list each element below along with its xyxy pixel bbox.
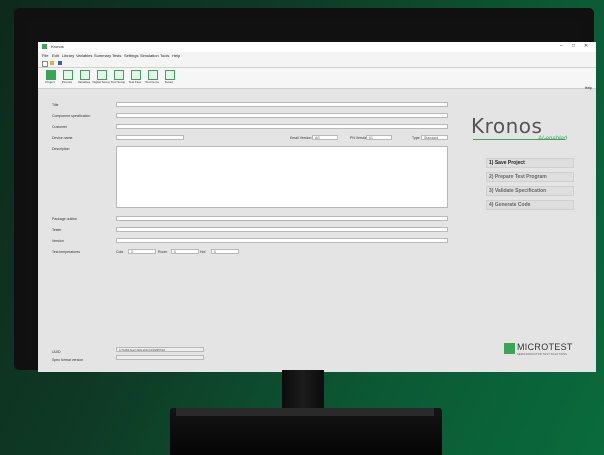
- menu-summary[interactable]: Summary: [94, 53, 111, 58]
- variables-icon: [80, 70, 90, 80]
- spec-format-version-field: [116, 355, 204, 360]
- menu-variables[interactable]: Variables: [76, 53, 92, 58]
- version-field[interactable]: [116, 238, 448, 243]
- ribbon-tester-button[interactable]: Tester: [163, 70, 175, 85]
- title-label: Title: [52, 103, 59, 107]
- hot-temperature-field[interactable]: 0: [211, 249, 239, 254]
- close-button[interactable]: ✕: [584, 43, 588, 49]
- microtest-tagline: SEMICONDUCTOR TEST SOLUTIONS: [517, 353, 568, 356]
- kronos-logo: Kronos AI-enabled: [471, 114, 571, 144]
- type-select[interactable]: Standard: [421, 135, 448, 140]
- ribbon-variables-button[interactable]: Variables: [78, 70, 90, 85]
- menu-tests[interactable]: Tests: [112, 53, 121, 58]
- microtest-logo: MICROTEST SEMICONDUCTOR TEST SOLUTIONS: [504, 342, 584, 358]
- validate-specification-button[interactable]: 3) Validate Specification: [486, 186, 574, 196]
- ribbon-toolbar: Project Pinouts Variables Digital Setup …: [38, 68, 596, 89]
- type-label: Type: [412, 136, 420, 140]
- ribbon-test-items-button[interactable]: Test Items: [145, 70, 159, 85]
- package-outline-label: Package outline: [52, 217, 77, 221]
- digital-setup-icon: [97, 70, 107, 80]
- description-textarea[interactable]: [116, 146, 448, 208]
- test-flow-icon: [131, 70, 141, 80]
- app-window: Kronos – □ ✕ File Edit Library Variables…: [38, 42, 596, 372]
- tester-icon: [165, 70, 175, 80]
- screen-frame: Kronos – □ ✕ File Edit Library Variables…: [27, 21, 596, 372]
- microtest-logo-icon: [504, 343, 515, 354]
- email-version-field[interactable]: AS: [312, 135, 338, 140]
- monitor-bezel: Kronos – □ ✕ File Edit Library Variables…: [14, 8, 596, 372]
- customer-label: Customer: [52, 125, 68, 129]
- menu-help[interactable]: Help: [172, 53, 180, 58]
- customer-field[interactable]: [116, 124, 448, 129]
- ribbon-test-setup-button[interactable]: Test Setup: [111, 70, 125, 85]
- menu-edit[interactable]: Edit: [52, 53, 59, 58]
- email-version-label: Email Version: [290, 136, 312, 140]
- cold-temperature-field[interactable]: 0: [128, 249, 156, 254]
- pinouts-icon: [63, 70, 73, 80]
- ribbon-project-button[interactable]: Project: [44, 70, 56, 85]
- room-label: Room: [158, 250, 168, 254]
- save-icon[interactable]: [58, 61, 62, 65]
- ribbon-digital-setup-button[interactable]: Digital Setup: [92, 70, 110, 85]
- project-form: Title Component specification Customer D…: [38, 89, 448, 372]
- kronos-wordmark: Kronos: [471, 114, 543, 138]
- menu-simulation[interactable]: Simulation: [140, 53, 159, 58]
- component-spec-label: Component specification: [52, 114, 91, 118]
- version-label: Version: [52, 239, 64, 243]
- menu-settings[interactable]: Settings: [124, 53, 138, 58]
- ribbon-pinouts-button[interactable]: Pinouts: [61, 70, 73, 85]
- tester-field[interactable]: [116, 227, 448, 232]
- uuid-field: 1c7b3f6b-6ee2-4a8a-a6b2-bd30d9f57a61: [116, 347, 204, 352]
- package-outline-field[interactable]: [116, 216, 448, 221]
- ai-enabled-tagline: AI-enabled: [537, 136, 567, 142]
- generate-code-button[interactable]: 4) Generate Code: [486, 200, 574, 210]
- test-temperatures-label: Test temperatures: [52, 250, 81, 254]
- prepare-test-program-button[interactable]: 2) Prepare Test Program: [486, 172, 574, 182]
- pn-version-field[interactable]: 01: [366, 135, 392, 140]
- new-file-icon[interactable]: [42, 61, 48, 67]
- title-bar: Kronos – □ ✕: [38, 42, 596, 52]
- component-spec-field[interactable]: [116, 113, 448, 118]
- open-folder-icon[interactable]: [50, 61, 54, 65]
- pn-version-label: PN Version: [350, 136, 368, 140]
- spec-format-version-label: Spec format version: [52, 358, 84, 362]
- device-name-field[interactable]: [116, 135, 184, 140]
- hot-label: Hot: [200, 250, 206, 254]
- microtest-wordmark: MICROTEST: [517, 342, 573, 352]
- test-items-icon: [148, 70, 158, 80]
- app-icon: [42, 44, 47, 49]
- save-project-button[interactable]: 1) Save Project: [486, 158, 574, 168]
- project-icon: [46, 70, 56, 80]
- help-link[interactable]: Help: [585, 86, 592, 90]
- maximize-button[interactable]: □: [572, 43, 575, 49]
- test-setup-icon: [114, 70, 124, 80]
- cold-label: Cold: [116, 250, 124, 254]
- minimize-button[interactable]: –: [560, 43, 563, 49]
- ribbon-test-flow-button[interactable]: Test Flow: [129, 70, 141, 85]
- title-field[interactable]: [116, 102, 448, 107]
- uuid-label: UUID: [52, 350, 61, 354]
- room-temperature-field[interactable]: 0: [171, 249, 199, 254]
- menu-tools[interactable]: Tools: [160, 53, 169, 58]
- device-name-label: Device name: [52, 136, 73, 140]
- window-title: Kronos: [51, 44, 64, 49]
- monitor-stand-top: [176, 408, 434, 416]
- menu-library[interactable]: Library: [62, 53, 74, 58]
- description-label: Description: [52, 147, 70, 151]
- quick-access-toolbar: [38, 59, 596, 68]
- tester-label: Tester: [52, 228, 62, 232]
- menu-file[interactable]: File: [42, 53, 48, 58]
- menu-bar: File Edit Library Variables Summary Test…: [38, 52, 596, 59]
- monitor-neck: [282, 370, 324, 412]
